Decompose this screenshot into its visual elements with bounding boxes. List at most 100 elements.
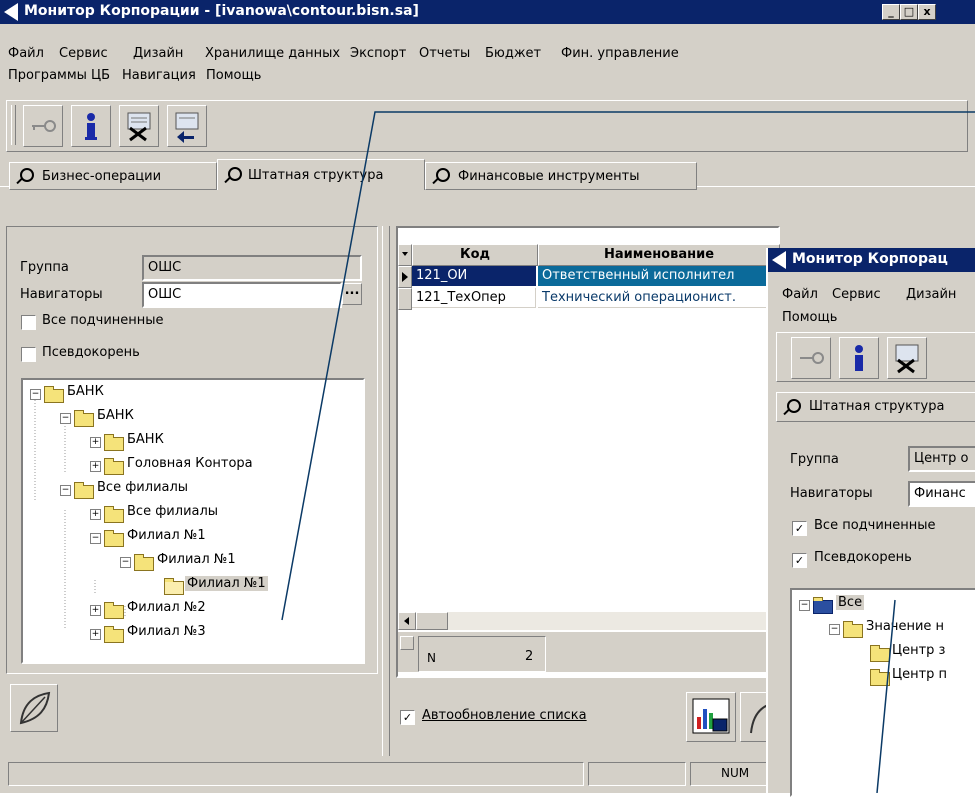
horizontal-scrollbar[interactable] xyxy=(398,612,778,630)
menu-design[interactable]: Дизайн xyxy=(133,46,183,61)
group-field: Центр о xyxy=(908,446,975,472)
tree-node[interactable]: БАНК xyxy=(127,432,164,447)
collapse-toggle[interactable]: − xyxy=(829,624,840,635)
tree-node[interactable]: Все филиалы xyxy=(97,480,188,495)
tree-node[interactable]: Филиал №2 xyxy=(127,600,206,615)
key-button[interactable] xyxy=(791,337,831,379)
menu-data-storage[interactable]: Хранилище данных xyxy=(205,46,340,61)
menu-service[interactable]: Сервис xyxy=(832,287,881,302)
collapse-toggle[interactable]: − xyxy=(60,413,71,424)
folder-icon xyxy=(104,458,124,475)
all-subordinates-checkbox[interactable]: ✓ xyxy=(792,521,807,536)
tree-node[interactable]: БАНК xyxy=(67,384,104,399)
expand-toggle[interactable]: + xyxy=(90,437,101,448)
tree-node[interactable]: Центр п xyxy=(892,667,947,682)
close-button[interactable]: x xyxy=(918,4,936,20)
key-icon xyxy=(32,120,56,132)
navigators-field[interactable]: ОШС xyxy=(142,282,342,308)
second-title-bar[interactable]: Монитор Корпорац xyxy=(768,248,975,272)
footer-count-cell: N 2 xyxy=(418,636,546,672)
report-button[interactable] xyxy=(686,692,736,742)
tab-financial-instruments[interactable]: Финансовые инструменты xyxy=(425,162,697,190)
collapse-toggle[interactable]: − xyxy=(799,600,810,611)
title-bar[interactable]: Монитор Корпорации - [ivanowa\contour.bi… xyxy=(0,0,975,24)
group-field: ОШС xyxy=(142,255,362,281)
all-subordinates-checkbox[interactable] xyxy=(21,315,36,330)
delete-button[interactable] xyxy=(887,337,927,379)
info-button[interactable] xyxy=(71,105,111,147)
menu-help[interactable]: Помощь xyxy=(206,68,261,83)
row-indicator[interactable] xyxy=(398,288,412,310)
toolbar-grip[interactable] xyxy=(11,105,16,145)
back-button[interactable] xyxy=(167,105,207,147)
collapse-toggle[interactable]: − xyxy=(90,533,101,544)
second-tab-staff-structure[interactable]: Штатная структура xyxy=(776,392,975,422)
tree-node-selected[interactable]: Филиал №1 xyxy=(185,576,268,591)
status-panel xyxy=(588,762,686,786)
menu-file[interactable]: Файл xyxy=(782,287,818,302)
grid-cell-name[interactable]: Технический операционист. xyxy=(538,288,778,308)
expand-toggle[interactable]: + xyxy=(90,461,101,472)
group-label: Группа xyxy=(20,260,69,275)
maximize-button[interactable]: □ xyxy=(900,4,918,20)
tree-node[interactable]: Головная Контора xyxy=(127,456,253,471)
expand-toggle[interactable]: + xyxy=(90,509,101,520)
menu-export[interactable]: Экспорт xyxy=(350,46,406,61)
tree-node[interactable]: Филиал №3 xyxy=(127,624,206,639)
tree-node[interactable]: Филиал №1 xyxy=(127,528,206,543)
second-navigator-tree[interactable]: − Все − Значение н Центр з Центр п xyxy=(790,588,975,797)
scroll-left-button[interactable] xyxy=(398,612,416,630)
info-button[interactable] xyxy=(839,337,879,379)
menu-file[interactable]: Файл xyxy=(8,46,44,61)
menu-navigation[interactable]: Навигация xyxy=(122,68,196,83)
menu-service[interactable]: Сервис xyxy=(59,46,108,61)
pseudoroot-label: Псевдокорень xyxy=(42,345,140,360)
menu-reports[interactable]: Отчеты xyxy=(419,46,470,61)
toolbar xyxy=(6,100,968,152)
tree-node[interactable]: Филиал №1 xyxy=(157,552,236,567)
expand-toggle[interactable]: + xyxy=(90,629,101,640)
splitter[interactable] xyxy=(382,226,390,756)
group-label: Группа xyxy=(790,452,839,467)
col-header-name[interactable]: Наименование xyxy=(538,244,780,266)
scroll-thumb[interactable] xyxy=(416,612,448,630)
col-header-code[interactable]: Код xyxy=(412,244,538,266)
grid-cell-code[interactable]: 121_ТехОпер xyxy=(412,288,536,308)
folder-icon xyxy=(74,482,94,499)
tree-node[interactable]: Все филиалы xyxy=(127,504,218,519)
navigators-field[interactable]: Финанс xyxy=(908,481,975,507)
tree-node[interactable]: Значение н xyxy=(866,619,944,634)
menu-finance[interactable]: Фин. управление xyxy=(561,46,679,61)
leaf-button[interactable] xyxy=(10,684,58,732)
key-button[interactable] xyxy=(23,105,63,147)
magnifier-icon xyxy=(787,399,801,413)
collapse-toggle[interactable]: − xyxy=(120,557,131,568)
auto-refresh-checkbox[interactable]: ✓ xyxy=(400,710,415,725)
navigator-tree[interactable]: − БАНК − БАНК + БАНК + Головная Контора … xyxy=(21,378,365,664)
menu-help[interactable]: Помощь xyxy=(782,310,837,325)
row-indicator[interactable] xyxy=(398,266,412,288)
pseudoroot-checkbox[interactable]: ✓ xyxy=(792,553,807,568)
status-num: NUM xyxy=(690,762,776,786)
collapse-toggle[interactable]: − xyxy=(30,389,41,400)
app-logo-icon xyxy=(772,251,786,269)
menu-budget[interactable]: Бюджет xyxy=(485,46,541,61)
delete-button[interactable] xyxy=(119,105,159,147)
tree-node-selected[interactable]: Все xyxy=(836,595,865,610)
grid-cell-name[interactable]: Ответственный исполнител xyxy=(538,266,778,286)
tree-node[interactable]: Центр з xyxy=(892,643,945,658)
menu-cb-programs[interactable]: Программы ЦБ xyxy=(8,68,110,83)
tab-business-operations[interactable]: Бизнес-операции xyxy=(9,162,217,190)
pseudoroot-checkbox[interactable] xyxy=(21,347,36,362)
folder-icon xyxy=(74,410,94,427)
grid-cell-code[interactable]: 121_ОИ xyxy=(412,266,536,286)
tree-node[interactable]: БАНК xyxy=(97,408,134,423)
minimize-button[interactable]: _ xyxy=(882,4,900,20)
tab-staff-structure[interactable]: Штатная структура xyxy=(217,159,425,190)
arrow-left-icon xyxy=(404,617,409,625)
browse-button[interactable]: ... xyxy=(342,283,362,305)
collapse-toggle[interactable]: − xyxy=(60,485,71,496)
grid-corner[interactable] xyxy=(398,244,412,266)
expand-toggle[interactable]: + xyxy=(90,605,101,616)
menu-design[interactable]: Дизайн xyxy=(906,287,956,302)
